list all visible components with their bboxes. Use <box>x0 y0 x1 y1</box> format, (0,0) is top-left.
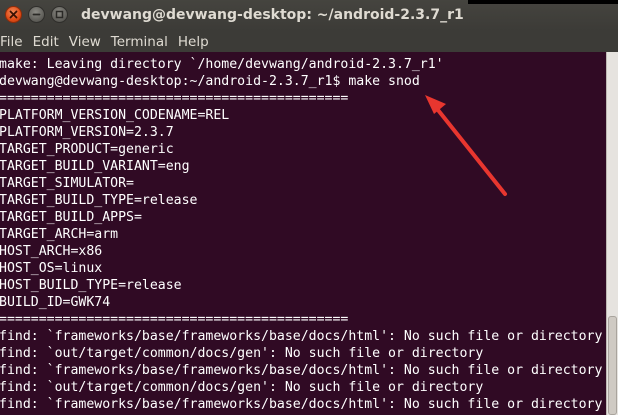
terminal-line: HOST_ARCH=x86 <box>0 244 103 259</box>
close-icon <box>9 10 18 19</box>
menu-help[interactable]: Help <box>174 32 213 52</box>
terminal-line: TARGET_PRODUCT=generic <box>0 142 174 157</box>
tooltip-strip <box>468 0 618 4</box>
menu-view[interactable]: View <box>65 32 105 52</box>
terminal-line: ========================================… <box>0 91 349 106</box>
terminal-output[interactable]: make: Leaving directory `/home/devwang/a… <box>0 52 606 415</box>
terminal-line: devwang@devwang-desktop:~/android-2.3.7_… <box>0 74 420 89</box>
terminal-line: TARGET_BUILD_VARIANT=eng <box>0 159 190 174</box>
terminal-line: TARGET_BUILD_APPS= <box>0 210 142 225</box>
menu-file[interactable]: File <box>0 32 27 52</box>
close-button[interactable] <box>5 6 22 23</box>
terminal-line: ========================================… <box>0 312 349 327</box>
menu-edit[interactable]: Edit <box>29 32 63 52</box>
terminal-line: HOST_OS=linux <box>0 261 103 276</box>
maximize-icon <box>55 10 64 19</box>
terminal-line: BUILD_ID=GWK74 <box>0 295 111 310</box>
terminal-line: HOST_BUILD_TYPE=release <box>0 278 182 293</box>
window-title: devwang@devwang-desktop: ~/android-2.3.7… <box>81 7 464 23</box>
terminal-line: PLATFORM_VERSION_CODENAME=REL <box>0 108 230 123</box>
terminal-line: find: `out/target/common/docs/gen': No s… <box>0 346 484 361</box>
scrollbar-thumb[interactable] <box>608 316 617 415</box>
terminal-line: make: Leaving directory `/home/devwang/a… <box>0 57 444 72</box>
terminal-line: find: `frameworks/base/frameworks/base/d… <box>0 363 603 378</box>
terminal-line: TARGET_BUILD_TYPE=release <box>0 193 198 208</box>
maximize-button[interactable] <box>51 6 68 23</box>
minimize-icon <box>32 13 41 16</box>
terminal-window: devwang@devwang-desktop: ~/android-2.3.7… <box>0 0 618 415</box>
menu-bar: File Edit View Terminal Help <box>0 31 618 52</box>
minimize-button[interactable] <box>28 6 45 23</box>
terminal-lines: make: Leaving directory `/home/devwang/a… <box>0 56 602 413</box>
terminal-line: TARGET_SIMULATOR= <box>0 176 134 191</box>
terminal-line: find: `out/target/common/docs/gen': No s… <box>0 380 484 395</box>
menu-terminal[interactable]: Terminal <box>107 32 172 52</box>
title-bar[interactable]: devwang@devwang-desktop: ~/android-2.3.7… <box>0 0 618 31</box>
terminal-line: PLATFORM_VERSION=2.3.7 <box>0 125 174 140</box>
vertical-scrollbar[interactable] <box>606 52 618 415</box>
terminal-line: find: `frameworks/base/frameworks/base/d… <box>0 329 603 344</box>
terminal-line: find: `frameworks/base/frameworks/base/d… <box>0 397 603 412</box>
terminal-line: TARGET_ARCH=arm <box>0 227 119 242</box>
